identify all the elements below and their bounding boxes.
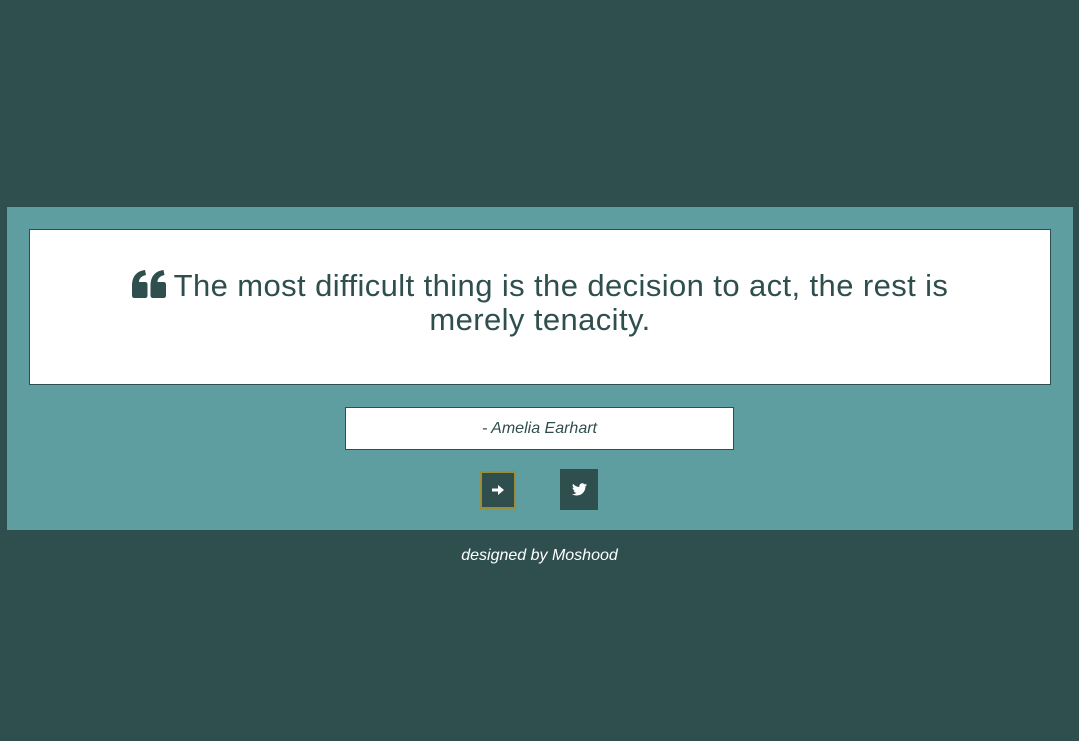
quote-box: The most difficult thing is the decision… [29,229,1051,385]
page: The most difficult thing is the decision… [0,0,1079,741]
twitter-icon [571,483,587,496]
quote-text-block: The most difficult thing is the decision… [90,268,990,337]
new-quote-button[interactable] [480,471,516,509]
author-box: - Amelia Earhart [345,407,734,450]
footer-credit: designed by Moshood [461,547,618,564]
quote-left-icon [131,270,166,298]
quote-text: The most difficult thing is the decision… [173,268,949,337]
arrow-right-icon [492,485,504,495]
author-text: - Amelia Earhart [482,419,597,437]
tweet-quote-button[interactable] [560,469,598,510]
quote-panel: The most difficult thing is the decision… [7,207,1073,530]
